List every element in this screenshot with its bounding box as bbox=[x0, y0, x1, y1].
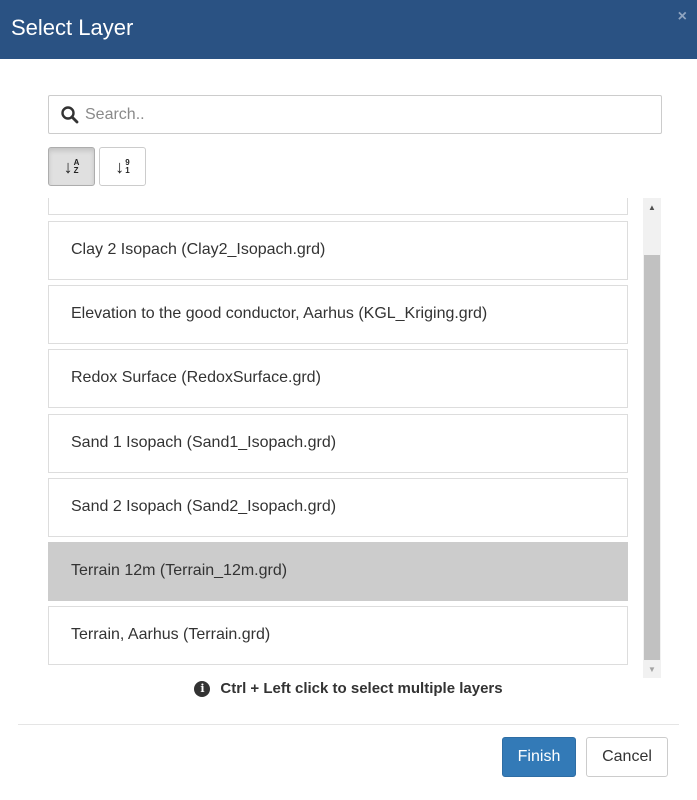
close-icon[interactable]: × bbox=[678, 8, 687, 26]
footer-divider bbox=[18, 724, 679, 725]
finish-button[interactable]: Finish bbox=[502, 737, 576, 777]
list-item-label: Sand 2 Isopach (Sand2_Isopach.grd) bbox=[71, 498, 337, 515]
list-item-selected[interactable]: Terrain 12m (Terrain_12m.grd) bbox=[48, 542, 628, 601]
list-item[interactable] bbox=[48, 198, 628, 215]
list-item-label: Terrain 12m (Terrain_12m.grd) bbox=[71, 562, 288, 579]
list-item[interactable]: Sand 1 Isopach (Sand1_Isopach.grd) bbox=[48, 414, 628, 473]
sort-alpha-button[interactable]: ↓ A Z bbox=[48, 147, 95, 186]
dialog-header: Select Layer × bbox=[0, 0, 697, 59]
list-item[interactable]: Redox Surface (RedoxSurface.grd) bbox=[48, 349, 628, 408]
list-item[interactable]: Elevation to the good conductor, Aarhus … bbox=[48, 285, 628, 344]
multi-select-hint: i Ctrl + Left click to select multiple l… bbox=[0, 680, 697, 697]
list-item-label: Sand 1 Isopach (Sand1_Isopach.grd) bbox=[71, 434, 337, 451]
dialog-title: Select Layer bbox=[11, 15, 134, 40]
scroll-up-arrow-icon[interactable]: ▲ bbox=[643, 198, 661, 216]
search-box bbox=[48, 95, 662, 134]
sort-numeric-button[interactable]: ↓ 9 1 bbox=[99, 147, 146, 186]
list-item-label: Redox Surface (RedoxSurface.grd) bbox=[71, 369, 321, 386]
cancel-button[interactable]: Cancel bbox=[586, 737, 668, 777]
layer-list-viewport: Clay 2 Isopach (Clay2_Isopach.grd) Eleva… bbox=[36, 198, 643, 678]
sort-numeric-icon: ↓ 9 1 bbox=[115, 156, 130, 177]
sort-alpha-icon: ↓ A Z bbox=[63, 156, 80, 177]
scroll-down-arrow-icon[interactable]: ▼ bbox=[643, 660, 661, 678]
list-item[interactable]: Clay 2 Isopach (Clay2_Isopach.grd) bbox=[48, 221, 628, 280]
scrollbar-thumb[interactable] bbox=[644, 255, 660, 660]
list-item[interactable]: Terrain, Aarhus (Terrain.grd) bbox=[48, 606, 628, 665]
list-item-label: Terrain, Aarhus (Terrain.grd) bbox=[71, 626, 271, 643]
list-item-label: Clay 2 Isopach (Clay2_Isopach.grd) bbox=[71, 241, 326, 258]
select-layer-dialog: Select Layer × ↓ A Z ↓ 9 1 bbox=[0, 0, 697, 800]
layer-list: Clay 2 Isopach (Clay2_Isopach.grd) Eleva… bbox=[36, 198, 661, 678]
list-scrollbar[interactable]: ▲ ▼ bbox=[643, 198, 661, 678]
search-input[interactable] bbox=[85, 97, 655, 132]
list-item-label: Elevation to the good conductor, Aarhus … bbox=[71, 305, 488, 322]
hint-text: Ctrl + Left click to select multiple lay… bbox=[220, 680, 503, 697]
list-item[interactable]: Sand 2 Isopach (Sand2_Isopach.grd) bbox=[48, 478, 628, 537]
info-icon: i bbox=[194, 680, 211, 697]
search-icon bbox=[61, 106, 79, 124]
